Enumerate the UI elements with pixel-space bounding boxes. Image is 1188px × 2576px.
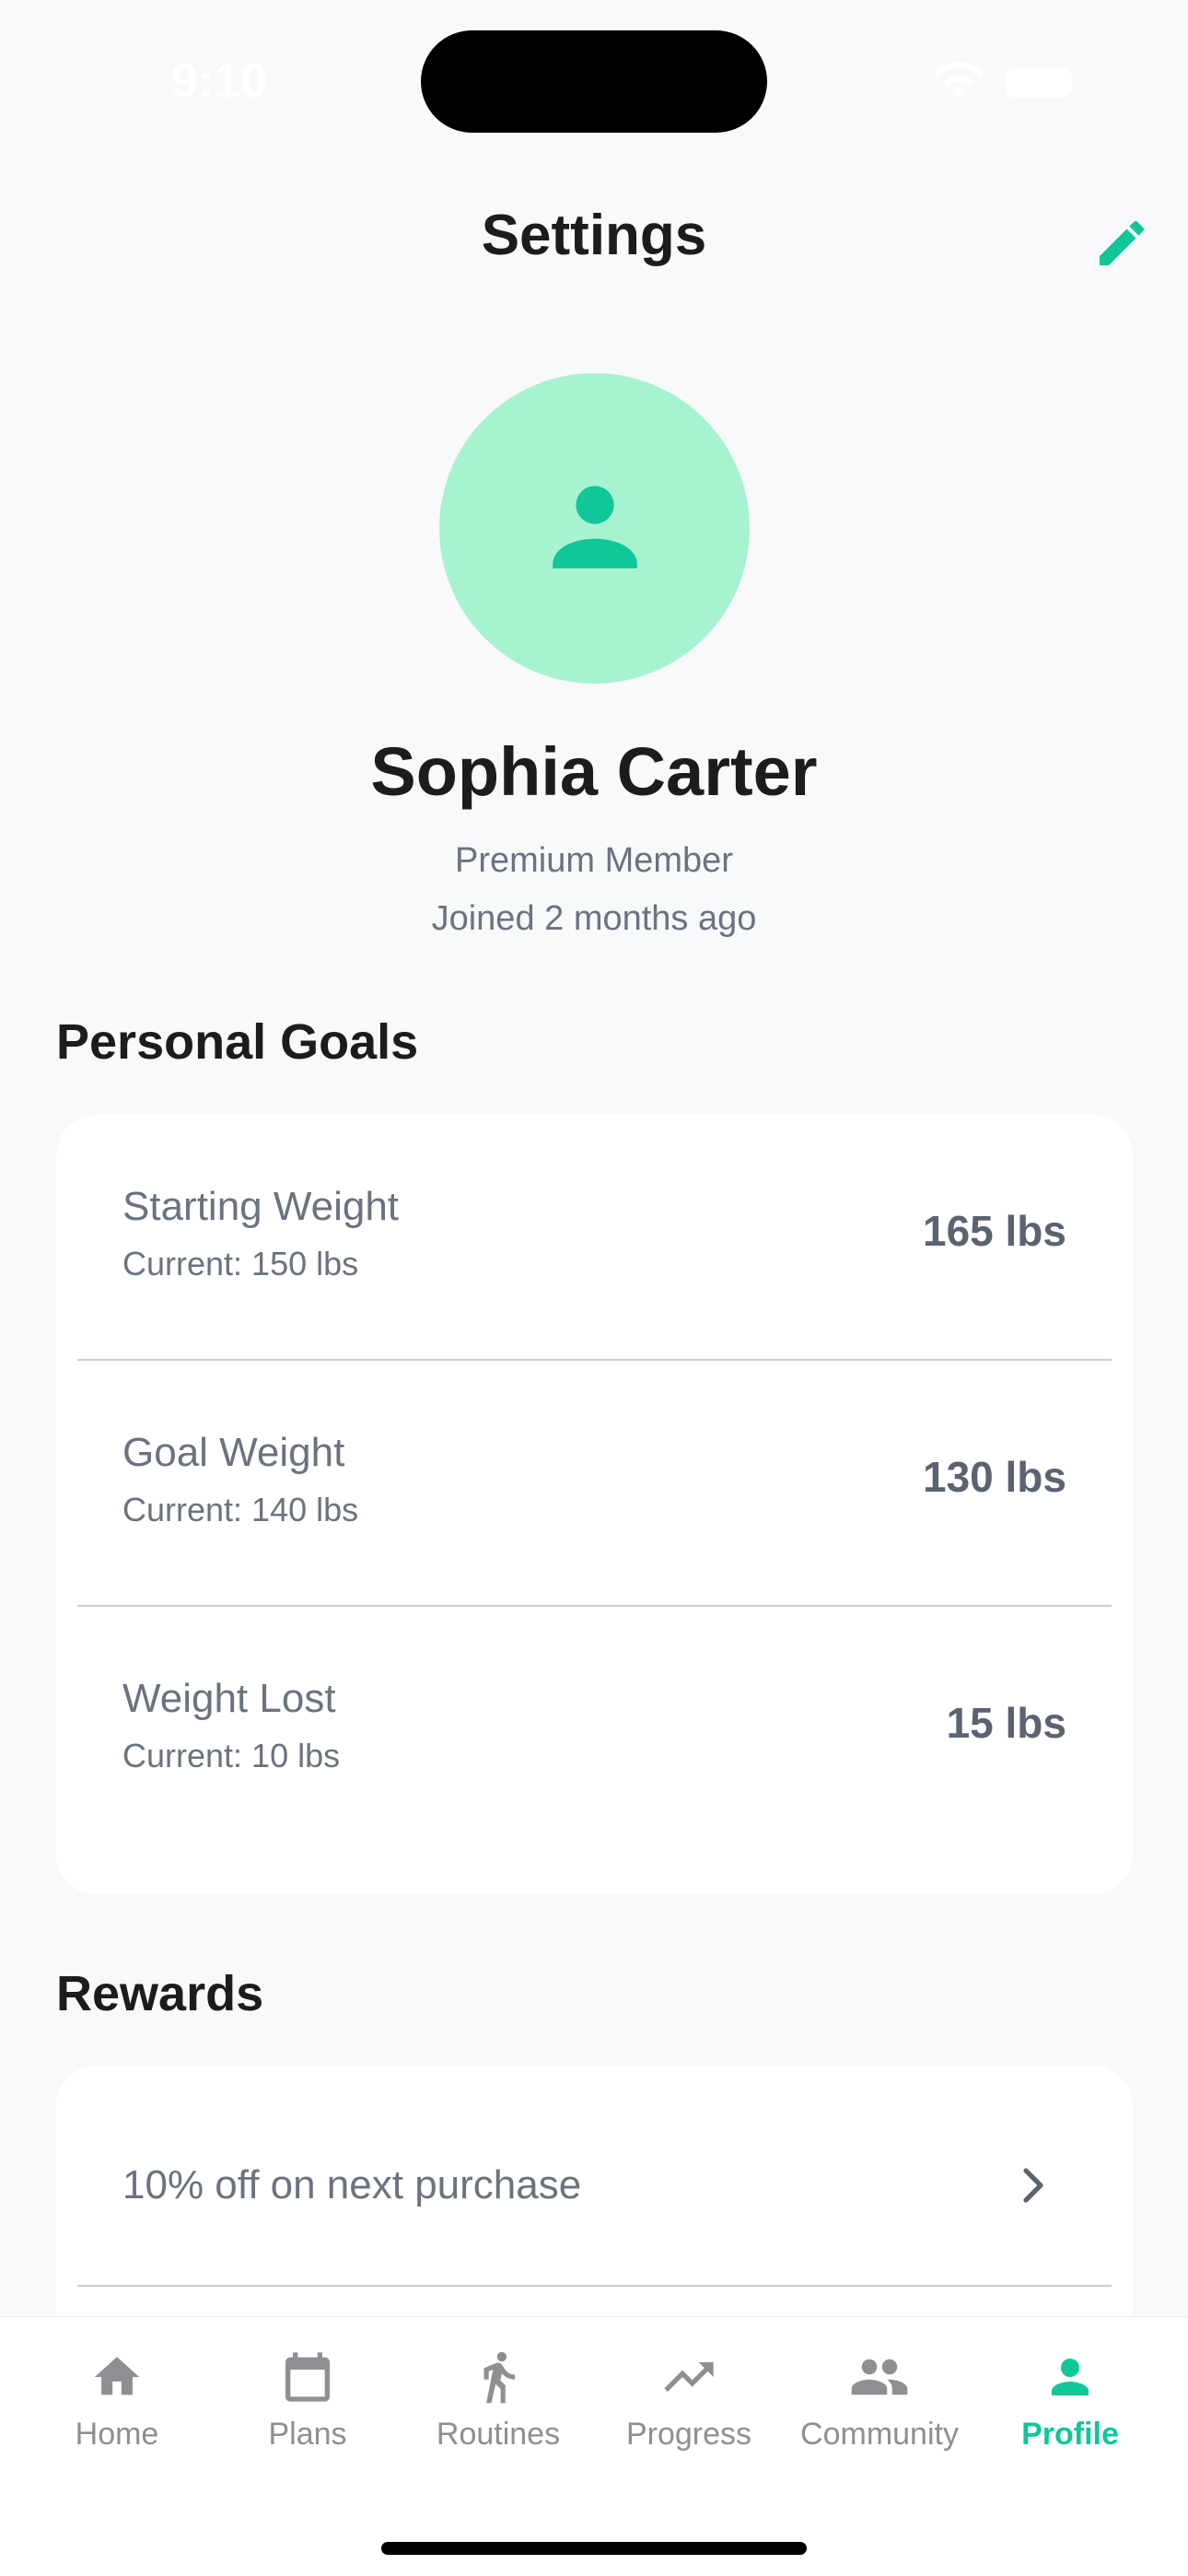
edit-button[interactable] bbox=[1087, 210, 1157, 280]
tab-label: Community bbox=[800, 2417, 959, 2452]
tab-label: Profile bbox=[1021, 2417, 1119, 2452]
running-icon bbox=[466, 2345, 530, 2409]
pencil-icon bbox=[1092, 214, 1151, 277]
tab-community[interactable]: Community bbox=[787, 2345, 972, 2474]
personal-goals-card: Starting Weight Current: 150 lbs 165 lbs… bbox=[56, 1115, 1133, 1894]
people-icon bbox=[847, 2345, 912, 2409]
rewards-title: Rewards bbox=[56, 1966, 264, 2021]
dynamic-island bbox=[421, 30, 767, 133]
tab-routines[interactable]: Routines bbox=[406, 2345, 590, 2474]
battery-icon bbox=[1006, 67, 1072, 98]
joined-label: Joined 2 months ago bbox=[431, 899, 757, 938]
membership-label: Premium Member bbox=[455, 841, 733, 880]
person-icon bbox=[544, 475, 646, 581]
goal-label: Starting Weight bbox=[122, 1184, 400, 1229]
goal-value: 165 lbs bbox=[923, 1207, 1066, 1255]
goal-row-weight-lost[interactable]: Weight Lost Current: 10 lbs 15 lbs bbox=[56, 1607, 1133, 1853]
personal-goals-title: Personal Goals bbox=[56, 1014, 419, 1070]
page-title: Settings bbox=[481, 204, 707, 267]
tab-label: Progress bbox=[625, 2417, 752, 2452]
settings-screen: 9:10 Settings Sophia Carter Premium Memb… bbox=[0, 0, 1188, 2576]
divider bbox=[77, 2285, 1112, 2287]
status-time: 9:10 bbox=[171, 54, 268, 108]
reward-label: 10% off on next purchase bbox=[122, 2162, 582, 2207]
reward-item[interactable]: 10% off on next purchase bbox=[56, 2066, 1133, 2287]
goal-current: Current: 150 lbs bbox=[122, 1245, 359, 1282]
goal-row-goal-weight[interactable]: Goal Weight Current: 140 lbs 130 lbs bbox=[56, 1361, 1133, 1607]
tab-label: Routines bbox=[436, 2417, 561, 2452]
person-icon bbox=[1038, 2345, 1102, 2409]
goal-label: Goal Weight bbox=[122, 1430, 345, 1475]
goal-value: 15 lbs bbox=[946, 1699, 1066, 1747]
goal-label: Weight Lost bbox=[122, 1676, 336, 1721]
tab-plans[interactable]: Plans bbox=[215, 2345, 400, 2474]
tab-label: Plans bbox=[268, 2417, 347, 2452]
trending-up-icon bbox=[657, 2345, 721, 2409]
goal-row-starting-weight[interactable]: Starting Weight Current: 150 lbs 165 lbs bbox=[56, 1115, 1133, 1361]
goal-value: 130 lbs bbox=[923, 1453, 1066, 1501]
avatar[interactable] bbox=[439, 373, 750, 684]
home-indicator bbox=[381, 2542, 807, 2555]
calendar-icon bbox=[275, 2345, 340, 2409]
tab-profile[interactable]: Profile bbox=[978, 2345, 1162, 2474]
home-icon bbox=[85, 2345, 149, 2409]
tab-progress[interactable]: Progress bbox=[597, 2345, 781, 2474]
status-indicators bbox=[932, 61, 1072, 104]
tab-bar: Home Plans Routines Progress Community P… bbox=[0, 2316, 1188, 2576]
chevron-right-icon bbox=[1017, 2167, 1050, 2204]
goal-current: Current: 10 lbs bbox=[122, 1737, 341, 1774]
tab-home[interactable]: Home bbox=[25, 2345, 209, 2474]
wifi-icon bbox=[932, 61, 985, 104]
tab-label: Home bbox=[75, 2417, 159, 2452]
goal-current: Current: 140 lbs bbox=[122, 1491, 359, 1528]
profile-name: Sophia Carter bbox=[370, 733, 818, 810]
